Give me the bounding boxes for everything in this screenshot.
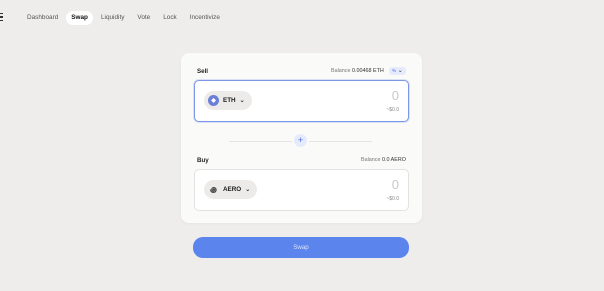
- swap-button[interactable]: Swap: [193, 237, 409, 258]
- sell-balance: Balance 0.00468 ETH: [331, 68, 384, 74]
- sell-amount-input[interactable]: 0: [392, 88, 399, 103]
- sell-usd-value: ~$0.0: [386, 107, 399, 113]
- nav-item-swap[interactable]: Swap: [66, 11, 93, 25]
- swap-direction-button[interactable]: +: [294, 134, 307, 147]
- menu-icon[interactable]: [0, 13, 3, 22]
- swap-card: Sell Balance 0.00468 ETH % ⌄ ◆ ETH ⌄ 0 ~…: [181, 53, 422, 223]
- sell-balance-label: Balance: [331, 68, 351, 74]
- buy-label: Buy: [197, 157, 209, 164]
- sell-label: Sell: [197, 68, 209, 75]
- buy-balance-value: 0.0 AERO: [381, 157, 406, 163]
- buy-amount-input[interactable]: 0: [392, 177, 399, 192]
- buy-input-box[interactable]: ꩜ AERO ⌄ 0 ~$0.0: [194, 169, 409, 211]
- nav-item-vote[interactable]: Vote: [132, 11, 155, 25]
- sell-input-box[interactable]: ◆ ETH ⌄ 0 ~$0.0: [194, 80, 409, 122]
- buy-balance: Balance 0.0 AERO: [361, 157, 406, 163]
- sell-balance-value: 0.00468 ETH: [351, 68, 384, 74]
- nav-item-dashboard[interactable]: Dashboard: [22, 11, 63, 25]
- max-button[interactable]: % ⌄: [389, 67, 406, 75]
- chevron-down-icon: ⌄: [245, 187, 251, 193]
- chevron-down-icon: ⌄: [396, 68, 403, 74]
- buy-token-selector[interactable]: ꩜ AERO ⌄: [204, 180, 258, 199]
- top-nav: Dashboard Swap Liquidity Vote Lock Incen…: [22, 11, 228, 25]
- aero-icon: ꩜: [210, 186, 217, 194]
- divider-right: [309, 141, 372, 142]
- nav-item-incentivize[interactable]: Incentivize: [185, 11, 225, 25]
- buy-usd-value: ~$0.0: [386, 196, 399, 202]
- buy-token-symbol: AERO: [223, 186, 242, 193]
- sell-token-selector[interactable]: ◆ ETH ⌄: [204, 91, 252, 110]
- eth-icon: ◆: [208, 95, 219, 106]
- divider-left: [229, 141, 292, 142]
- buy-balance-label: Balance: [361, 157, 381, 163]
- nav-item-lock[interactable]: Lock: [158, 11, 182, 25]
- chevron-down-icon: ⌄: [239, 98, 245, 104]
- nav-item-liquidity[interactable]: Liquidity: [96, 11, 129, 25]
- sell-token-symbol: ETH: [223, 97, 236, 104]
